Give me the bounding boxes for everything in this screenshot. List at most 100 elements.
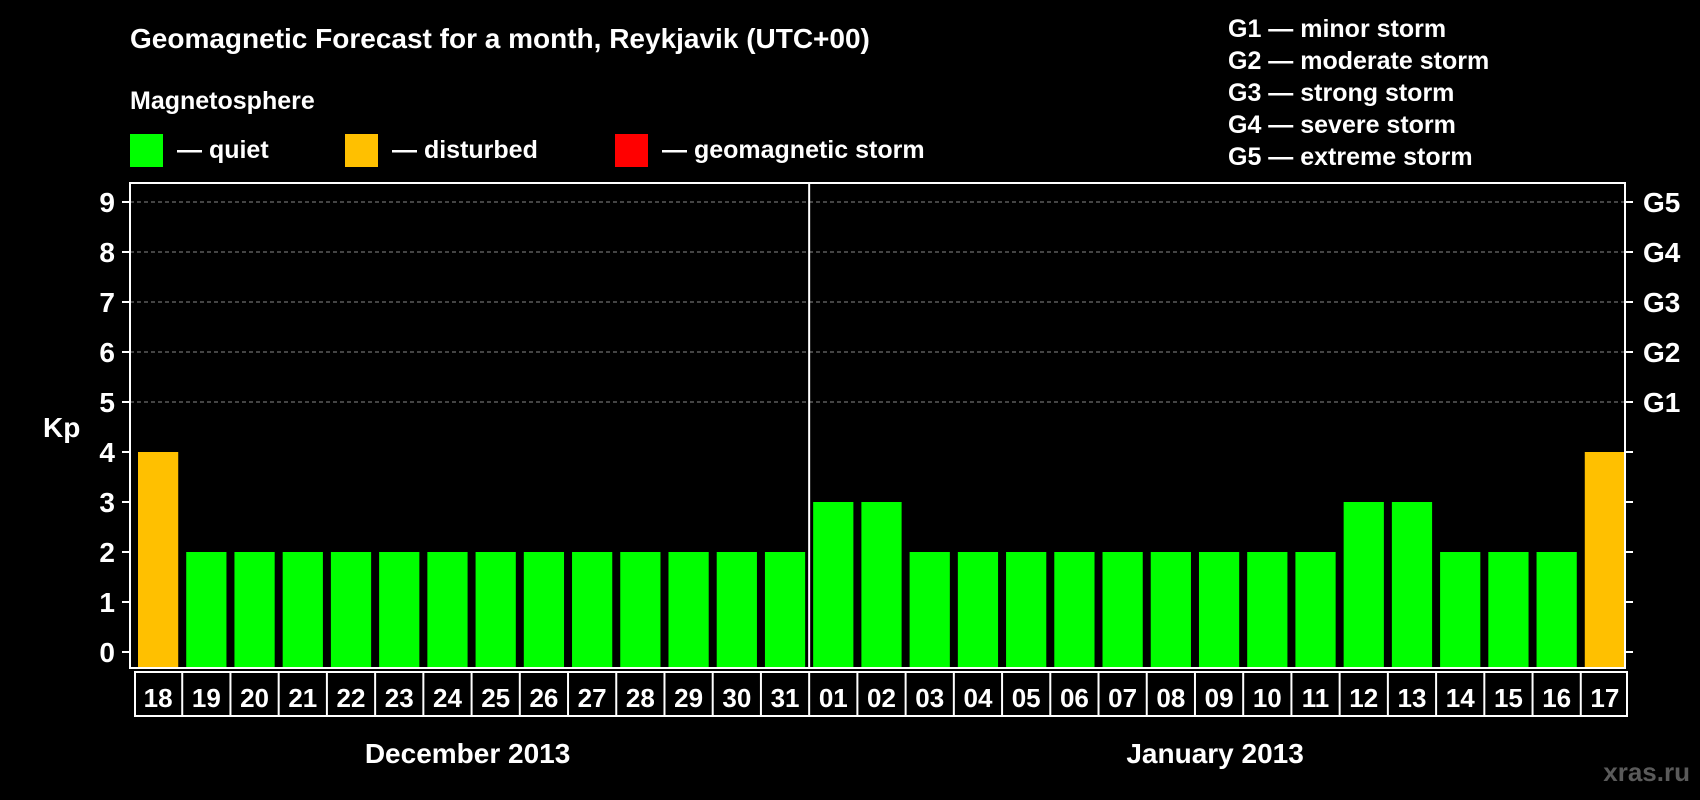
x-tick-label-28: 15 xyxy=(1494,683,1523,713)
bar-18 xyxy=(138,452,179,668)
bar-14 xyxy=(1440,552,1481,668)
x-tick-label-16: 03 xyxy=(915,683,944,713)
bar-24 xyxy=(427,552,468,668)
bar-15 xyxy=(1488,552,1529,668)
storm-scale-item-2: G3 — strong storm xyxy=(1228,79,1454,107)
bar-22 xyxy=(330,552,372,668)
x-tick-label-18: 05 xyxy=(1012,683,1041,713)
storm-scale-item-3: G4 — severe storm xyxy=(1228,111,1456,139)
x-tick-label-24: 11 xyxy=(1302,683,1330,713)
storm-scale-item-4: G5 — extreme storm xyxy=(1228,143,1473,171)
bar-09 xyxy=(1198,552,1240,668)
y-axis-label: Kp xyxy=(43,412,80,443)
bar-04 xyxy=(957,552,999,668)
bar-26 xyxy=(523,552,565,668)
x-tick-label-8: 26 xyxy=(529,683,558,713)
bar-02 xyxy=(861,502,902,668)
x-tick-label-0: 18 xyxy=(144,683,173,713)
right-tick-label-G3: G3 xyxy=(1643,287,1680,318)
x-tick-label-21: 08 xyxy=(1156,683,1185,713)
bar-20 xyxy=(234,552,275,668)
legend-swatch-0 xyxy=(130,134,163,167)
storm-scale-legend: G1 — minor storm G2 — moderate storm G3 — … xyxy=(1228,15,1489,171)
x-tick-label-19: 06 xyxy=(1060,683,1089,713)
bar-13 xyxy=(1391,502,1433,668)
bar-17 xyxy=(1584,452,1625,668)
x-tick-label-17: 04 xyxy=(963,683,992,713)
chart-title: Geomagnetic Forecast for a month, Reykja… xyxy=(130,23,870,54)
x-tick-label-5: 23 xyxy=(385,683,414,713)
x-tick-label-11: 29 xyxy=(674,683,703,713)
y-tick-label-1: 1 xyxy=(99,587,115,618)
bar-28 xyxy=(620,552,661,668)
bar-08 xyxy=(1150,552,1191,668)
legend-swatch-1 xyxy=(345,134,378,167)
storm-scale-item-0: G1 — minor storm xyxy=(1228,15,1446,43)
bar-30 xyxy=(716,552,757,668)
x-tick-label-25: 12 xyxy=(1349,683,1378,713)
legend-label-2: — geomagnetic storm xyxy=(662,136,925,164)
bar-21 xyxy=(282,552,323,668)
y-tick-label-7: 7 xyxy=(99,287,115,318)
geomagnetic-chart: Geomagnetic Forecast for a month, Reykja… xyxy=(43,15,1690,787)
bar-01 xyxy=(813,502,854,668)
y-tick-label-0: 0 xyxy=(99,637,115,668)
x-tick-label-2: 20 xyxy=(240,683,269,713)
x-tick-label-3: 21 xyxy=(288,683,317,713)
bar-16 xyxy=(1536,552,1577,668)
bar-07 xyxy=(1102,552,1143,668)
y-tick-label-9: 9 xyxy=(99,187,115,218)
legend: — quiet — disturbed — geomagnetic storm xyxy=(130,134,925,167)
x-tick-label-4: 22 xyxy=(337,683,366,713)
x-tick-label-30: 17 xyxy=(1590,683,1619,713)
x-category-labels: 18 19 20 21 22 23 24 25 26 27 28 29 30 31 01 02 03 04 05 06… xyxy=(144,683,1620,713)
right-tick-label-G5: G5 xyxy=(1643,187,1680,218)
y-tick-label-4: 4 xyxy=(99,437,115,468)
legend-heading: Magnetosphere xyxy=(130,87,315,115)
bar-10 xyxy=(1247,552,1288,668)
x-tick-label-14: 01 xyxy=(819,683,848,713)
bars xyxy=(138,452,1625,668)
month-label-1: January 2013 xyxy=(1126,738,1303,769)
x-tick-label-26: 13 xyxy=(1398,683,1427,713)
x-tick-label-7: 25 xyxy=(481,683,510,713)
legend-label-0: — quiet xyxy=(177,136,269,164)
y-tick-label-3: 3 xyxy=(99,487,115,518)
x-tick-label-9: 27 xyxy=(578,683,607,713)
y-tick-label-8: 8 xyxy=(99,237,115,268)
x-tick-label-29: 16 xyxy=(1542,683,1571,713)
legend-swatch-2 xyxy=(615,134,648,167)
bar-03 xyxy=(909,552,950,668)
x-tick-label-23: 10 xyxy=(1253,683,1282,713)
x-tick-label-12: 30 xyxy=(722,683,751,713)
x-tick-label-10: 28 xyxy=(626,683,655,713)
y-tick-label-5: 5 xyxy=(99,387,115,418)
right-tick-label-G1: G1 xyxy=(1643,387,1680,418)
y-tick-label-2: 2 xyxy=(99,537,115,568)
bar-05 xyxy=(1006,552,1047,668)
x-tick-label-15: 02 xyxy=(867,683,896,713)
x-tick-label-6: 24 xyxy=(433,683,462,713)
bar-12 xyxy=(1343,502,1384,668)
x-tick-label-27: 14 xyxy=(1446,683,1475,713)
bar-27 xyxy=(572,552,613,668)
x-tick-label-13: 31 xyxy=(771,683,800,713)
storm-scale-item-1: G2 — moderate storm xyxy=(1228,47,1489,75)
watermark: xras.ru xyxy=(1603,757,1690,787)
legend-label-1: — disturbed xyxy=(392,136,538,164)
x-tick-label-1: 19 xyxy=(192,683,221,713)
grid-lines xyxy=(130,201,1625,403)
bar-25 xyxy=(475,552,516,668)
bar-23 xyxy=(379,552,420,668)
bar-31 xyxy=(764,552,806,668)
bar-06 xyxy=(1054,552,1095,668)
bar-19 xyxy=(186,552,227,668)
x-tick-label-22: 09 xyxy=(1205,683,1234,713)
x-tick-label-20: 07 xyxy=(1108,683,1137,713)
bar-11 xyxy=(1295,552,1336,668)
y-tick-label-6: 6 xyxy=(99,337,115,368)
bar-29 xyxy=(668,552,709,668)
month-labels: December 2013 January 2013 xyxy=(365,738,1304,769)
right-tick-label-G2: G2 xyxy=(1643,337,1680,368)
month-label-0: December 2013 xyxy=(365,738,570,769)
